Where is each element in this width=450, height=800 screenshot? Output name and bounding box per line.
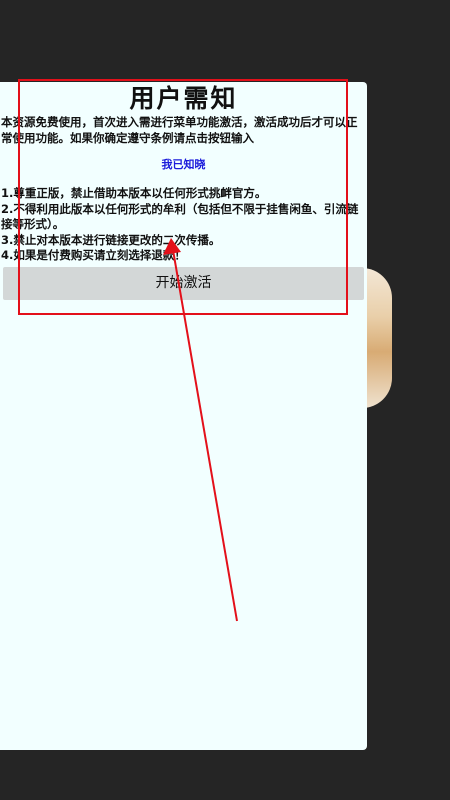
rule-item: 4.如果是付费购买请立刻选择退款！: [1, 248, 186, 262]
start-activation-button[interactable]: 开始激活: [3, 266, 364, 300]
user-notice-dialog: 用户需知 本资源免费使用，首次进入需进行菜单功能激活，激活成功后才可以正常使用功…: [0, 82, 367, 750]
screen: 用户需知 本资源免费使用，首次进入需进行菜单功能激活，激活成功后才可以正常使用功…: [0, 0, 450, 800]
rule-item: 2.不得利用此版本以任何形式的牟利（包括但不限于挂售闲鱼、引流链接等形式）。: [1, 201, 359, 232]
rule-item: 3.禁止对本版本进行链接更改的二次传播。: [1, 232, 221, 247]
dialog-title: 用户需知: [129, 84, 238, 113]
acknowledge-link[interactable]: 我已知晓: [0, 158, 367, 172]
rules-list: 1.尊重正版，禁止借助本版本以任何形式挑衅官方。 2.不得利用此版本以任何形式的…: [0, 186, 367, 264]
rule-item: 1.尊重正版，禁止借助本版本以任何形式挑衅官方。: [1, 186, 267, 200]
intro-text: 本资源免费使用，首次进入需进行菜单功能激活，激活成功后才可以正常使用功能。如果你…: [1, 115, 358, 145]
